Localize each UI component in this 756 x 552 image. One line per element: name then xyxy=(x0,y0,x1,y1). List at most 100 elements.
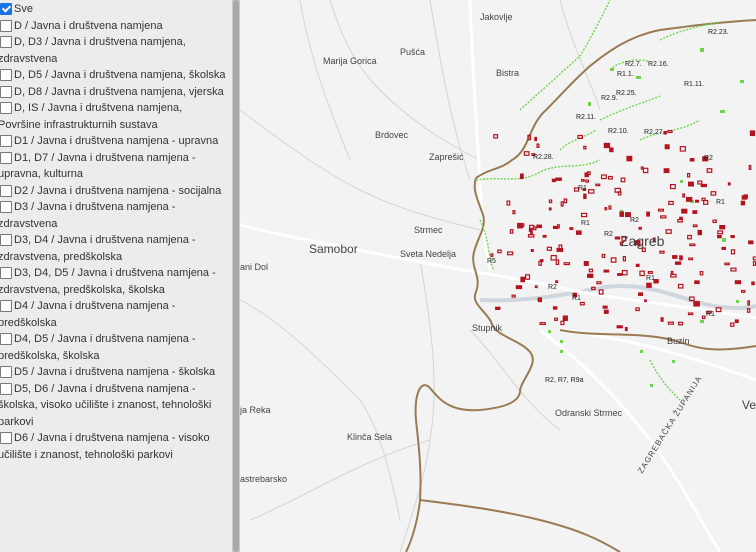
legend-item[interactable]: Sve xyxy=(0,1,226,18)
legend-checkbox[interactable] xyxy=(0,234,12,246)
place-label-ja-reka: ja Reka xyxy=(240,405,271,415)
zone-label: R2.7. xyxy=(625,61,642,68)
legend-item-label: D1 / Javna i društvena namjena - upravna xyxy=(14,135,219,147)
red-zone-patch xyxy=(583,193,587,200)
legend-item[interactable]: D3, D4, D5 / Javna i društvena namjena -… xyxy=(0,265,226,298)
legend-item-label: D, D5 / Javna i društvena namjena, škols… xyxy=(14,69,226,81)
legend-item[interactable]: D5 / Javna i društvena namjena - školska xyxy=(0,364,226,381)
legend-checkbox[interactable] xyxy=(0,19,12,32)
red-zone-patch xyxy=(562,315,568,322)
legend-scrollbar[interactable] xyxy=(232,0,240,552)
legend-checkbox[interactable] xyxy=(0,184,12,197)
red-zone-patch xyxy=(700,183,707,188)
legend-item[interactable]: D3 / Javna i društvena namjena - zdravst… xyxy=(0,199,226,232)
legend-checkbox[interactable] xyxy=(0,366,12,378)
legend-panel: Sve D / Javna i društvena namjena D, D3 / … xyxy=(0,0,233,552)
red-zone-patch xyxy=(688,181,694,187)
red-zone-patch xyxy=(693,301,700,307)
red-zone-patch xyxy=(626,155,633,162)
legend-item-label: D, D8 / Javna i društvena namjena, vjers… xyxy=(14,85,224,98)
legend-item[interactable]: D, D8 / Javna i društvena namjena, vjers… xyxy=(0,84,226,101)
red-zone-patch xyxy=(614,236,621,240)
red-zone-patch xyxy=(517,222,523,229)
legend-checkbox[interactable] xyxy=(0,3,12,15)
red-zone-patch xyxy=(638,226,642,230)
red-zone-patch xyxy=(672,255,678,259)
red-zone-patch xyxy=(617,273,623,276)
legend-checkbox[interactable] xyxy=(0,135,12,147)
red-zone-patch xyxy=(638,292,643,296)
legend-checkbox[interactable] xyxy=(0,201,12,213)
red-zone-patch xyxy=(741,195,748,200)
place-label-ani-dol: ani Dol xyxy=(240,262,268,272)
red-zone-patch xyxy=(519,173,524,180)
legend-checkbox[interactable] xyxy=(0,151,12,164)
red-zone-patch xyxy=(569,227,574,231)
place-label-stupnik: Stupnik xyxy=(472,323,503,333)
legend-item[interactable]: D, D3 / Javna i društvena namjena, zdrav… xyxy=(0,34,226,67)
legend-item-label: D4 / Javna i društvena namjena - predško… xyxy=(0,300,176,329)
red-zone-patch xyxy=(609,147,614,153)
place-label-marija-gorica: Marija Gorica xyxy=(323,56,377,66)
place-label-odranski-strmec: Odranski Strmec xyxy=(555,408,623,418)
legend-checkbox[interactable] xyxy=(0,69,12,81)
zone-label: R2.27. xyxy=(644,129,665,136)
legend-checkbox[interactable] xyxy=(0,300,12,312)
legend-checkbox[interactable] xyxy=(0,333,12,345)
map-canvas[interactable]: Jakovlje Pušća Marija Gorica Bistra Brdo… xyxy=(240,0,756,552)
place-label-astrebarsko: astrebarsko xyxy=(240,474,287,484)
legend-checkbox[interactable] xyxy=(0,267,12,279)
zone-label: R2.16. xyxy=(648,61,669,68)
zone-label: R2.11. xyxy=(576,114,596,121)
legend-item[interactable]: D3, D4 / Javna i društvena namjena - zdr… xyxy=(0,232,226,265)
scrollbar-thumb[interactable] xyxy=(233,0,239,552)
red-zone-patch xyxy=(515,285,523,290)
red-zone-patch xyxy=(689,158,695,162)
red-zone-patch xyxy=(730,235,735,239)
red-zone-patch xyxy=(575,230,582,235)
zone-label: R2 xyxy=(604,231,613,238)
legend-item[interactable]: D1 / Javna i društvena namjena - upravna xyxy=(0,133,226,150)
legend-checkbox[interactable] xyxy=(0,36,12,48)
legend-item[interactable]: D, D5 / Javna i društvena namjena, škols… xyxy=(0,67,226,84)
red-zone-patch xyxy=(660,317,664,322)
zone-label: R1 xyxy=(581,220,590,227)
place-label-jakovlje: Jakovlje xyxy=(480,12,513,22)
red-zone-patch xyxy=(555,177,562,181)
map-view[interactable]: Jakovlje Pušća Marija Gorica Bistra Brdo… xyxy=(240,0,756,552)
red-zone-patch xyxy=(646,211,651,217)
legend-item[interactable]: D5, D6 / Javna i društvena namjena - ško… xyxy=(0,381,226,431)
legend-checkbox[interactable] xyxy=(0,85,12,98)
legend-checkbox[interactable] xyxy=(0,102,12,114)
red-zone-patch xyxy=(602,305,608,309)
red-zone-patch xyxy=(583,261,589,266)
place-label-buzin: Buzin xyxy=(667,336,690,346)
zone-label: R2 xyxy=(704,155,713,162)
legend-item[interactable]: D / Javna i društvena namjena xyxy=(0,18,226,35)
red-zone-patch xyxy=(555,225,559,230)
legend-checkbox[interactable] xyxy=(0,382,12,395)
legend-item[interactable]: D1, D7 / Javna i društvena namjena - upr… xyxy=(0,150,226,183)
red-zone-patch xyxy=(692,210,698,214)
legend-item[interactable]: D4 / Javna i društvena namjena - predško… xyxy=(0,298,226,331)
red-zone-patch xyxy=(542,234,547,238)
legend-item-label: D4, D5 / Javna i društvena namjena - pre… xyxy=(0,333,196,362)
legend-item-label: D2 / Javna i društvena namjena - socijal… xyxy=(14,184,222,197)
legend-checkbox[interactable] xyxy=(0,432,12,444)
red-zone-patch xyxy=(548,207,552,211)
place-label-ve: Ve xyxy=(742,398,756,412)
zone-label: R1 xyxy=(646,275,655,282)
red-zone-patch xyxy=(530,249,534,252)
red-zone-patch xyxy=(536,224,542,229)
red-zone-patch xyxy=(664,144,670,150)
red-zone-patch xyxy=(740,200,746,206)
place-label-klinca-sela: Klinča Sela xyxy=(347,432,392,442)
legend-item[interactable]: D6 / Javna i društvena namjena - visoko … xyxy=(0,430,226,463)
legend-item[interactable]: D, IS / Javna i društvena namjena, Površ… xyxy=(0,100,226,133)
red-zone-patch xyxy=(663,168,670,174)
zone-label: R1 xyxy=(578,185,587,192)
red-zone-patch xyxy=(619,211,624,217)
legend-item[interactable]: D4, D5 / Javna i društvena namjena - pre… xyxy=(0,331,226,364)
legend-item-label: D3 / Javna i društvena namjena - zdravst… xyxy=(0,201,176,230)
legend-item[interactable]: D2 / Javna i društvena namjena - socijal… xyxy=(0,183,226,200)
